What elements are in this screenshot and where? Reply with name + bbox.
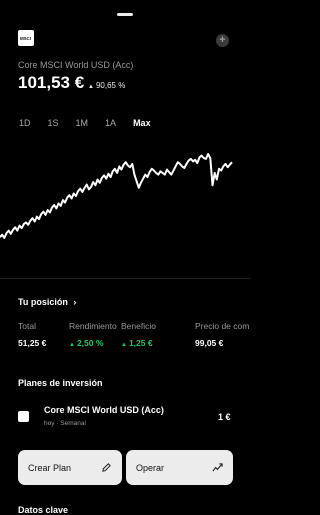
- fund-logo: MSCI: [18, 30, 34, 46]
- position-title[interactable]: Tu posición ›: [18, 297, 76, 307]
- plan-fund-logo: [18, 411, 29, 422]
- divider: [0, 278, 250, 279]
- metric-label: Precio de com: [195, 321, 250, 331]
- fund-logo-text: MSCI: [20, 36, 31, 41]
- plus-icon[interactable]: +: [216, 34, 229, 47]
- metric-label: Beneficio: [121, 321, 156, 331]
- trend-icon: [212, 463, 223, 472]
- pencil-icon: [102, 463, 111, 472]
- range-tab-1s[interactable]: 1S: [48, 118, 59, 128]
- range-tab-1d[interactable]: 1D: [19, 118, 31, 128]
- price-change: ▲ 90,65 %: [88, 81, 125, 90]
- key-data-title: Datos clave: [18, 505, 69, 515]
- metric-beneficio: Beneficio ▲ 1,25 €: [121, 321, 156, 348]
- create-plan-label: Crear Plan: [28, 462, 72, 473]
- metric-value-text: 2,50 %: [76, 338, 104, 348]
- metric-rendimiento: Rendimiento ▲ 2,50 %: [69, 321, 117, 348]
- up-triangle-icon: ▲: [69, 342, 75, 348]
- plan-amount: 1 €: [218, 412, 231, 422]
- fund-name: Core MSCI World USD (Acc): [18, 60, 134, 70]
- plan-subtitle: hoy · Semanal: [44, 420, 86, 427]
- fund-price: 101,53 €: [18, 73, 85, 92]
- range-tab-1a[interactable]: 1A: [105, 118, 116, 128]
- range-tabs: 1D 1S 1M 1A Max: [19, 118, 168, 128]
- metric-total: Total 51,25 €: [18, 321, 46, 348]
- position-title-label: Tu posición: [18, 297, 68, 307]
- metric-label: Rendimiento: [69, 321, 117, 331]
- up-triangle-icon: ▲: [88, 84, 94, 90]
- price-line: [0, 153, 233, 239]
- metric-value: ▲ 1,25 €: [121, 338, 156, 348]
- metric-value-text: 1,25 €: [128, 338, 153, 348]
- position-metrics: Total 51,25 € Rendimiento ▲ 2,50 % Benefi…: [18, 321, 250, 351]
- metric-value: 99,05 €: [195, 338, 224, 348]
- metric-value: 51,25 €: [18, 338, 47, 348]
- operate-label: Operar: [136, 462, 165, 473]
- up-triangle-icon: ▲: [121, 342, 127, 348]
- drag-handle[interactable]: [117, 13, 133, 16]
- chevron-right-icon: ›: [73, 297, 77, 307]
- operate-button[interactable]: Operar: [126, 450, 233, 485]
- range-tab-max[interactable]: Max: [133, 118, 151, 128]
- price-change-value: 90,65 %: [95, 81, 126, 90]
- create-plan-button[interactable]: Crear Plan: [18, 450, 122, 485]
- metric-precio-compra: Precio de com 99,05 €: [195, 321, 249, 348]
- plan-name[interactable]: Core MSCI World USD (Acc): [44, 405, 164, 415]
- plans-title: Planes de inversión: [18, 378, 103, 388]
- metric-value: ▲ 2,50 %: [69, 338, 117, 348]
- range-tab-1m[interactable]: 1M: [76, 118, 89, 128]
- price-chart[interactable]: [0, 148, 250, 248]
- metric-label: Total: [18, 321, 36, 331]
